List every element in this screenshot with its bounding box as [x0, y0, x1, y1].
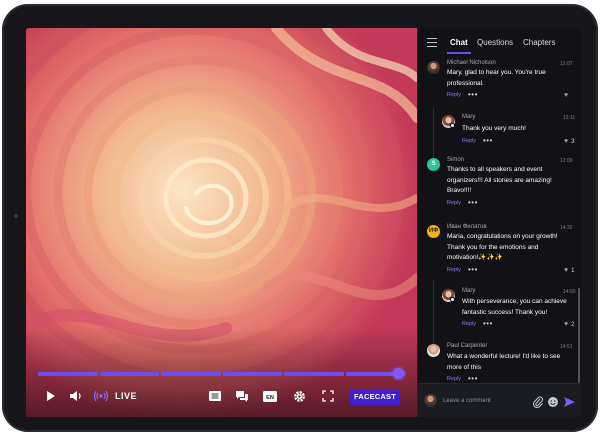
reply-button[interactable]: Reply — [447, 267, 461, 273]
tab-chapters[interactable]: Chapters — [523, 28, 555, 58]
settings-icon[interactable] — [291, 382, 307, 410]
progress-segment — [284, 372, 344, 376]
reply-button[interactable]: Reply — [462, 321, 476, 327]
message-author: Mary — [462, 288, 476, 294]
more-options-icon[interactable]: ••• — [468, 266, 478, 274]
sidebar-tabs: Chat Questions Chapters — [418, 28, 581, 58]
heart-icon: ♥ — [564, 321, 569, 328]
like-button[interactable]: ♥ 2 — [564, 321, 575, 328]
chat-sidebar: Chat Questions Chapters Michael Nicholso… — [417, 28, 581, 417]
progress-bar[interactable] — [38, 372, 405, 376]
message-author: Simon — [447, 157, 465, 163]
chat-message: Michael Nicholson 12:07 Mary, glad to he… — [418, 58, 581, 110]
heart-icon: ♥ — [564, 138, 569, 145]
like-button[interactable]: ♥ — [564, 92, 571, 99]
message-time: 12:09 — [560, 158, 573, 164]
front-camera — [14, 214, 18, 218]
reply-button[interactable]: Reply — [447, 92, 461, 98]
live-broadcast-icon — [92, 382, 110, 410]
facecast-logo: FACECAST — [350, 389, 400, 405]
chat-message: S Simon 12:09 Thanks to all speakers and… — [418, 155, 581, 217]
message-text: Thanks to all speakers and event organiz… — [447, 166, 552, 194]
tablet-frame: LIVE EN FACECAST Chat Questions Chapters… — [2, 4, 598, 432]
player-controls: LIVE EN FACECAST — [26, 382, 417, 410]
heart-icon: ♥ — [564, 267, 569, 274]
progress-segment — [222, 372, 282, 376]
message-time: 12:07 — [560, 61, 573, 67]
emoji-icon[interactable] — [547, 395, 559, 407]
message-time: 14:32 — [560, 225, 573, 231]
hamburger-menu-icon[interactable] — [427, 38, 437, 48]
message-text: Maria, congratulations on your growth! T… — [447, 233, 558, 261]
avatar — [427, 61, 440, 74]
like-count: 1 — [571, 267, 575, 274]
more-options-icon[interactable]: ••• — [483, 320, 493, 328]
reply-button[interactable]: Reply — [462, 138, 476, 144]
message-text: Mary, glad to hear you. You're true prof… — [447, 69, 546, 87]
message-time: 12:11 — [563, 115, 576, 121]
tab-questions[interactable]: Questions — [477, 28, 513, 58]
language-badge-text: EN — [266, 395, 274, 401]
more-options-icon[interactable]: ••• — [468, 91, 478, 99]
progress-segment — [99, 372, 159, 376]
reply-button[interactable]: Reply — [447, 376, 461, 382]
progress-segment — [161, 372, 221, 376]
send-icon[interactable] — [563, 395, 575, 407]
video-player[interactable]: LIVE EN FACECAST — [26, 28, 417, 417]
avatar: S — [427, 158, 440, 171]
like-count: 3 — [571, 138, 575, 145]
tab-chat[interactable]: Chat — [447, 28, 471, 58]
heart-icon: ♥ — [564, 92, 569, 99]
message-time: 14:50 — [563, 289, 576, 295]
moderator-badge-icon — [450, 297, 455, 302]
language-icon[interactable]: EN — [262, 382, 278, 410]
live-label: LIVE — [115, 391, 138, 401]
message-text: Thank you very much! — [462, 125, 526, 132]
message-author: Иван Филатов — [447, 224, 487, 230]
fullscreen-icon[interactable] — [320, 382, 336, 410]
comment-input[interactable] — [443, 393, 528, 409]
message-author: Paul Carpenter — [447, 343, 488, 349]
avatar — [427, 344, 440, 357]
like-count: 2 — [571, 321, 575, 328]
chat-message: Mary 14:50 With perseverance, you can ac… — [418, 286, 581, 348]
avatar: ИФ — [427, 225, 440, 238]
message-author: Mary — [462, 114, 476, 120]
message-text: What a wonderful lecture! I'd like to se… — [447, 353, 561, 371]
more-options-icon[interactable]: ••• — [468, 199, 478, 207]
like-button[interactable]: ♥ 1 — [564, 267, 575, 274]
list-icon[interactable] — [208, 382, 222, 410]
message-text: With perseverance, you can achieve fanta… — [462, 298, 567, 316]
attachment-icon[interactable] — [532, 395, 544, 409]
chat-message: Paul Carpenter 14:51 What a wonderful le… — [418, 341, 581, 383]
chat-message: ИФ Иван Филатов 14:32 Maria, congratulat… — [418, 222, 581, 284]
like-button[interactable]: ♥ 3 — [564, 138, 575, 145]
message-time: 14:51 — [560, 344, 573, 350]
progress-handle[interactable] — [393, 368, 404, 379]
comment-composer — [418, 383, 581, 417]
chat-messages: Michael Nicholson 12:07 Mary, glad to he… — [418, 58, 581, 383]
volume-icon[interactable] — [68, 382, 84, 410]
moderator-badge-icon — [450, 123, 455, 128]
progress-segment — [38, 372, 98, 376]
chat-bubbles-icon[interactable] — [234, 382, 250, 410]
reply-button[interactable]: Reply — [447, 200, 461, 206]
more-options-icon[interactable]: ••• — [468, 375, 478, 383]
play-icon[interactable] — [44, 382, 58, 410]
message-author: Michael Nicholson — [447, 60, 496, 66]
my-avatar — [424, 394, 437, 407]
more-options-icon[interactable]: ••• — [483, 137, 493, 145]
app-screen: LIVE EN FACECAST Chat Questions Chapters… — [26, 28, 581, 417]
